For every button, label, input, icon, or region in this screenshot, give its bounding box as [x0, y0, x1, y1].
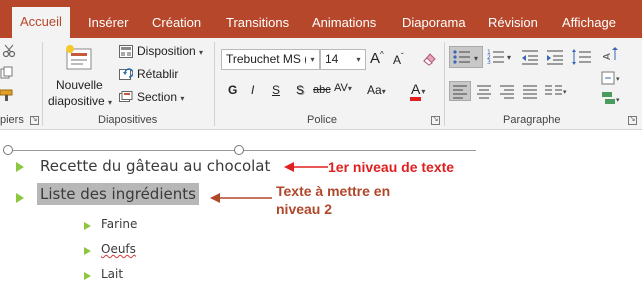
powerpoint-window: Accueil Insérer Création Transitions Ani…: [0, 0, 642, 287]
annotation-arrows: [210, 162, 328, 203]
annotation-level1: 1er niveau de texte: [328, 159, 455, 175]
annotation-level2-line1: Texte à mettre en: [276, 183, 391, 199]
annotation-level2-line2: niveau 2: [276, 201, 333, 217]
